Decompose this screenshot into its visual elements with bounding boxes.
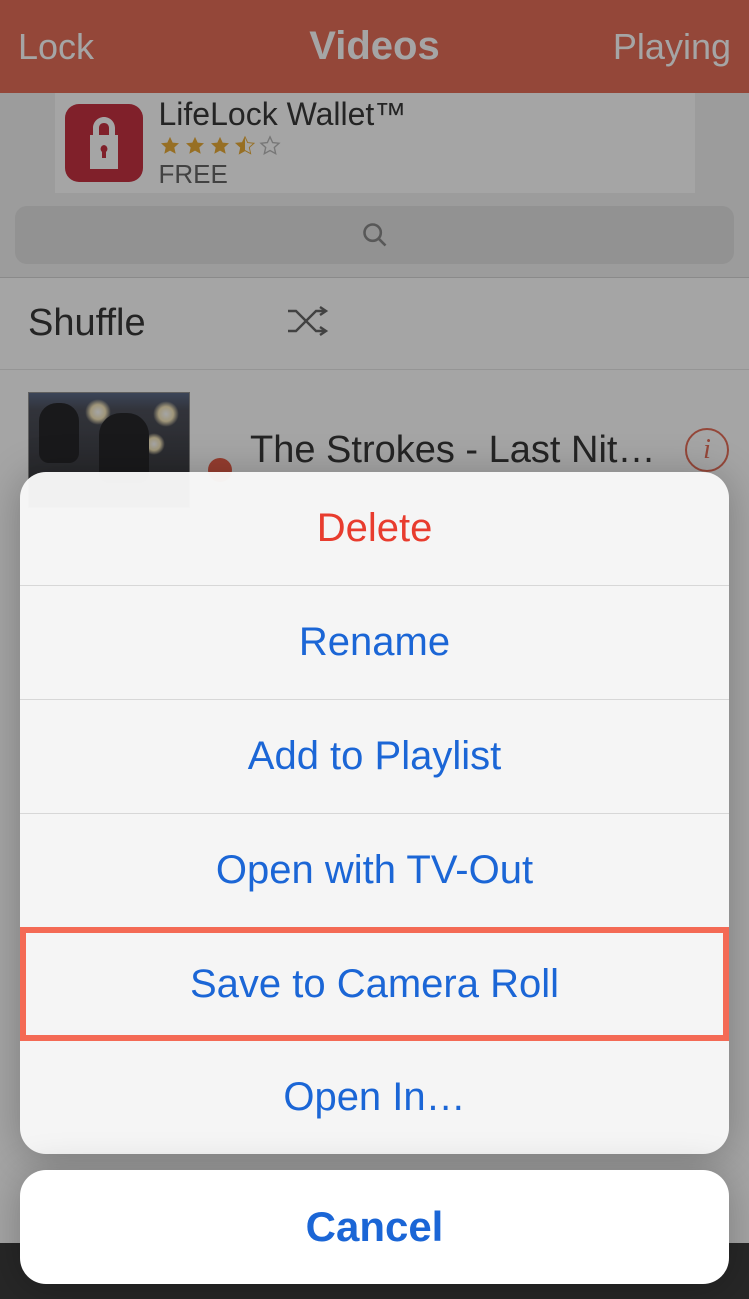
action-open-in[interactable]: Open In… bbox=[20, 1040, 729, 1154]
action-save-to-camera-roll[interactable]: Save to Camera Roll bbox=[20, 927, 729, 1041]
action-delete[interactable]: Delete bbox=[20, 472, 729, 586]
action-sheet: DeleteRenameAdd to PlaylistOpen with TV-… bbox=[0, 472, 749, 1284]
cancel-button[interactable]: Cancel bbox=[20, 1170, 729, 1284]
action-open-with-tv-out[interactable]: Open with TV-Out bbox=[20, 814, 729, 928]
action-add-to-playlist[interactable]: Add to Playlist bbox=[20, 700, 729, 814]
action-rename[interactable]: Rename bbox=[20, 586, 729, 700]
